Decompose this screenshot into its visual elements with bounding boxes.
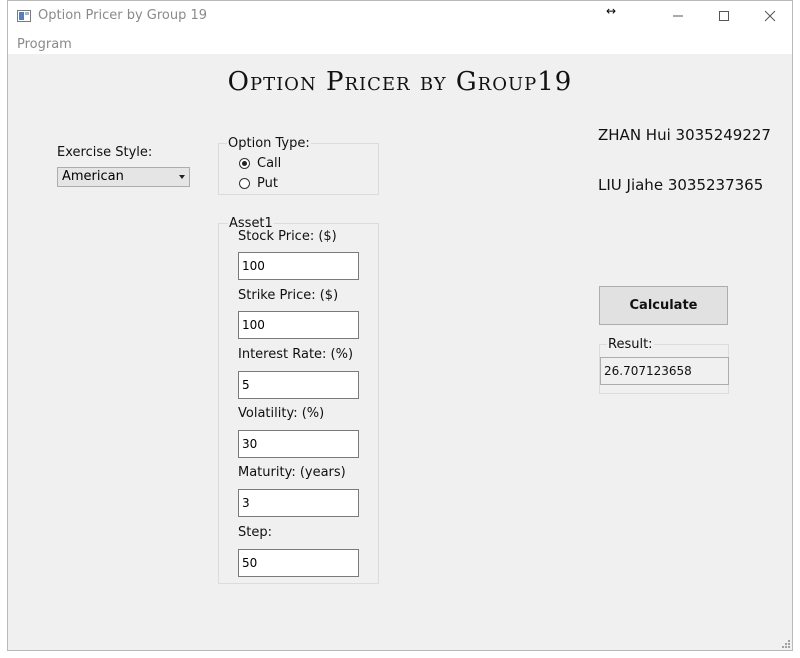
menu-item-program[interactable]: Program bbox=[17, 37, 72, 52]
page-title: Option Pricer by Group19 bbox=[227, 67, 573, 97]
author-liu-jiahe: LIU Jiahe 3035237365 bbox=[598, 176, 764, 194]
radio-call-label: Call bbox=[257, 156, 282, 171]
exercise-style-label: Exercise Style: bbox=[57, 145, 153, 160]
horizontal-resize-cursor-icon: ↔ bbox=[606, 4, 617, 18]
interest-rate-input[interactable]: 5 bbox=[238, 371, 359, 399]
maturity-input[interactable]: 3 bbox=[238, 489, 359, 517]
volatility-input[interactable]: 30 bbox=[238, 430, 359, 458]
step-input[interactable]: 50 bbox=[238, 549, 359, 577]
volatility-label: Volatility: (%) bbox=[238, 406, 325, 421]
stock-price-label: Stock Price: ($) bbox=[238, 229, 337, 244]
main-panel: Option Pricer by Group19 Exercise Style:… bbox=[8, 54, 792, 650]
close-icon bbox=[764, 10, 776, 22]
minimize-icon bbox=[673, 15, 683, 17]
result-field: 26.707123658 bbox=[600, 357, 729, 385]
close-button[interactable] bbox=[747, 1, 793, 32]
radio-put-indicator[interactable] bbox=[239, 178, 250, 189]
app-window-icon bbox=[17, 10, 31, 22]
window-title: Option Pricer by Group 19 bbox=[38, 8, 208, 23]
radio-put-label: Put bbox=[257, 176, 278, 191]
chevron-down-icon bbox=[179, 175, 185, 179]
calculate-button[interactable]: Calculate bbox=[599, 286, 728, 325]
menu-bar: Program bbox=[8, 32, 792, 54]
author-zhan-hui: ZHAN Hui 3035249227 bbox=[598, 126, 771, 144]
maximize-button[interactable] bbox=[701, 1, 747, 32]
strike-price-label: Strike Price: ($) bbox=[238, 288, 339, 303]
app-window: Option Pricer by Group 19 ↔ Program Opti… bbox=[7, 0, 793, 651]
maximize-icon bbox=[719, 11, 729, 21]
option-type-title: Option Type: bbox=[227, 136, 311, 151]
step-label: Step: bbox=[238, 525, 272, 540]
maturity-label: Maturity: (years) bbox=[238, 465, 346, 480]
resize-grip-icon[interactable] bbox=[782, 640, 790, 648]
strike-price-input[interactable]: 100 bbox=[238, 311, 359, 339]
option-type-group: Option Type: Call Put bbox=[218, 136, 379, 195]
exercise-style-value: American bbox=[62, 169, 124, 184]
result-title: Result: bbox=[607, 337, 654, 352]
title-bar[interactable]: Option Pricer by Group 19 ↔ bbox=[8, 1, 792, 32]
exercise-style-select[interactable]: American bbox=[57, 167, 190, 187]
radio-call-indicator[interactable] bbox=[239, 158, 250, 169]
interest-rate-label: Interest Rate: (%) bbox=[238, 347, 354, 362]
stock-price-input[interactable]: 100 bbox=[238, 252, 359, 280]
minimize-button[interactable] bbox=[655, 1, 701, 32]
